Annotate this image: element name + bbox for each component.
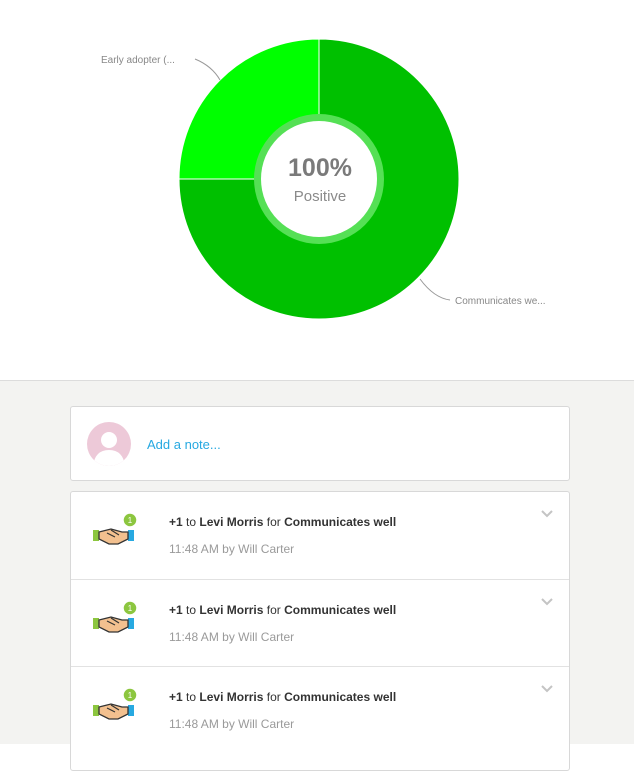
handshake-icon: 1	[93, 687, 138, 720]
center-label: Positive	[293, 188, 347, 205]
skill-name: Communicates well	[284, 515, 397, 529]
person-name: Levi Morris	[199, 603, 264, 617]
feed-meta: 11:48 AM by Will Carter	[169, 542, 295, 556]
points: +1	[169, 515, 183, 529]
to-word: to	[186, 603, 197, 617]
feed-item[interactable]: 1 +1 to Levi Morris for Communicates wel…	[71, 579, 569, 667]
center-percentage: 100%	[288, 154, 352, 182]
person-name: Levi Morris	[199, 515, 264, 529]
to-word: to	[186, 690, 197, 704]
skill-name: Communicates well	[284, 603, 397, 617]
person-name: Levi Morris	[199, 690, 264, 704]
feed-summary: +1 to Levi Morris for Communicates well	[169, 690, 396, 704]
add-note-link[interactable]: Add a note...	[147, 437, 221, 452]
slice-label-early-adopter: Early adopter (...	[101, 55, 175, 66]
handshake-icon: 1	[93, 600, 138, 633]
feed-meta: 11:48 AM by Will Carter	[169, 717, 295, 731]
communicates-leader-line	[419, 278, 451, 301]
chart-panel: 100% Positive Early adopter (... Communi…	[0, 0, 634, 380]
feed-meta: 11:48 AM by Will Carter	[169, 630, 295, 644]
for-word: for	[266, 690, 281, 704]
slice-label-communicates-well: Communicates we...	[455, 296, 546, 307]
user-silhouette-icon	[93, 432, 125, 466]
to-word: to	[186, 515, 197, 529]
badge-count: 1	[128, 516, 133, 525]
feed-item[interactable]: 1 +1 to Levi Morris for Communicates wel…	[71, 666, 569, 754]
feed-item[interactable]: 1 +1 to Levi Morris for Communicates wel…	[71, 492, 569, 579]
badge-count: 1	[128, 691, 133, 700]
skill-name: Communicates well	[284, 690, 397, 704]
badge-count: 1	[128, 604, 133, 613]
for-word: for	[266, 603, 281, 617]
early-adopter-leader-line	[194, 58, 221, 81]
chevron-down-icon[interactable]	[539, 508, 555, 520]
for-word: for	[266, 515, 281, 529]
handshake-icon: 1	[93, 512, 138, 545]
activity-panel: Add a note... 1 +1 to Levi Morris for Co…	[0, 380, 634, 771]
points: +1	[169, 603, 183, 617]
avatar	[87, 422, 131, 466]
add-note-card[interactable]: Add a note...	[70, 406, 570, 481]
points: +1	[169, 690, 183, 704]
feed-summary: +1 to Levi Morris for Communicates well	[169, 515, 396, 529]
chevron-down-icon[interactable]	[539, 683, 555, 695]
activity-feed: 1 +1 to Levi Morris for Communicates wel…	[70, 491, 570, 771]
feed-summary: +1 to Levi Morris for Communicates well	[169, 603, 396, 617]
chevron-down-icon[interactable]	[539, 596, 555, 608]
